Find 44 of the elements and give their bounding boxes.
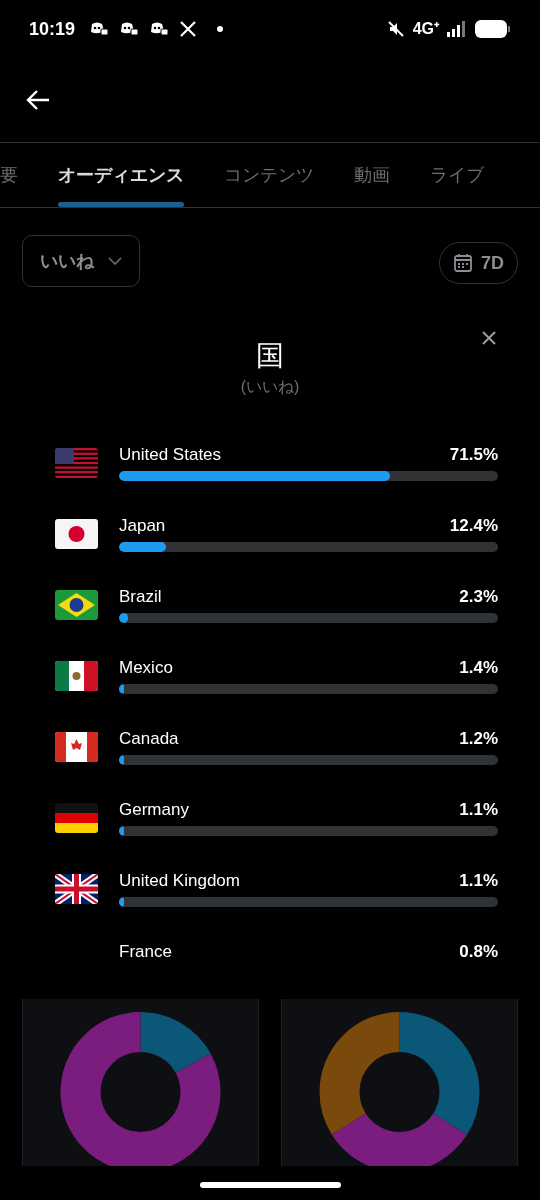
panel-subtitle: (いいね): [240, 377, 300, 397]
battery-icon: [475, 20, 511, 38]
tab[interactable]: ライブ: [410, 143, 504, 207]
country-name: Brazil: [119, 587, 162, 607]
country-name: Germany: [119, 800, 189, 820]
country-percentage: 1.1%: [459, 871, 498, 891]
country-percentage: 0.8%: [459, 942, 498, 962]
flag-icon: [55, 732, 98, 762]
country-name: Mexico: [119, 658, 173, 678]
country-percentage: 12.4%: [449, 516, 498, 536]
tab[interactable]: オーディエンス: [38, 143, 204, 207]
flag-icon: [55, 661, 98, 691]
tab[interactable]: 動画: [334, 143, 410, 207]
status-time: 10:19: [29, 17, 76, 41]
country-percentage: 2.3%: [459, 587, 498, 607]
country-percentage: 1.4%: [459, 658, 498, 678]
tab[interactable]: コンテンツ: [204, 143, 334, 207]
close-button[interactable]: [480, 329, 498, 347]
country-percentage: 1.1%: [459, 800, 498, 820]
calendar-icon: [453, 253, 473, 273]
flag-icon: [55, 803, 98, 833]
chat-app-icon: [119, 21, 140, 37]
dot-icon: [217, 26, 224, 32]
panel-title: 国: [256, 339, 284, 373]
mute-icon: [386, 20, 405, 38]
chevron-down-icon: [108, 257, 122, 265]
country-percentage: 71.5%: [449, 445, 498, 465]
country-name: United States: [119, 445, 222, 465]
country-name: Japan: [119, 516, 166, 536]
tab[interactable]: 要: [0, 143, 38, 207]
signal-icon: [447, 21, 467, 37]
network-label: 4G⁺: [412, 19, 439, 39]
flag-icon: [55, 519, 98, 549]
flag-icon: [55, 590, 98, 620]
chat-app-icon: [149, 21, 170, 37]
country-name: France: [119, 942, 172, 962]
x-logo-icon: [179, 20, 198, 38]
country-percentage: 1.2%: [459, 729, 498, 749]
flag-icon: [55, 448, 98, 478]
flag-icon: [55, 874, 98, 904]
country-name: Canada: [119, 729, 179, 749]
chat-app-icon: [89, 21, 110, 37]
metric-dropdown[interactable]: いいね: [22, 235, 140, 287]
country-name: United Kingdom: [119, 871, 240, 891]
